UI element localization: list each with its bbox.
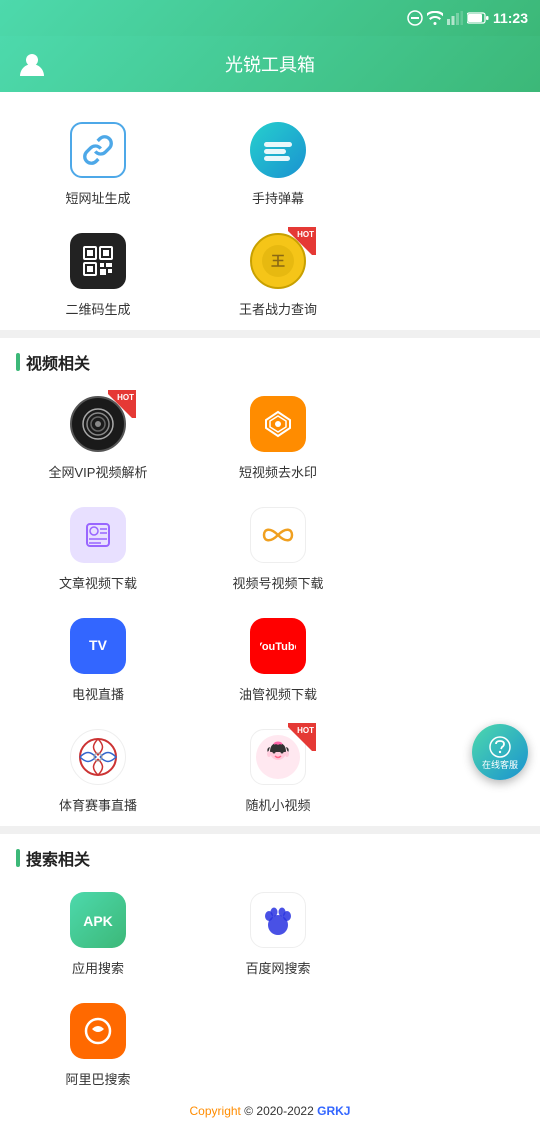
footer-copyright: Copyright: [190, 1104, 241, 1118]
qrcode-label: 二维码生成: [65, 299, 130, 318]
article-video-icon-wrap: [68, 505, 128, 565]
top-tools-grid: 短网址生成 手持弹幕: [0, 108, 540, 330]
baidu-search-icon-wrap: [248, 890, 308, 950]
page-title: 光锐工具箱: [225, 51, 315, 77]
status-bar: 11:23: [0, 0, 540, 36]
taobao-search-icon-wrap: [68, 1001, 128, 1061]
search-section-title: 搜索相关: [26, 846, 90, 870]
video-section-header: 视频相关: [0, 338, 540, 382]
header: 光锐工具箱: [0, 36, 540, 92]
section-bar-video: [16, 353, 20, 371]
wangzhe-label: 王者战力查询: [239, 299, 317, 318]
watermark-label: 短视频去水印: [239, 462, 317, 481]
footer-brand: GRKJ: [317, 1104, 350, 1118]
tv-live-label: 电视直播: [72, 684, 124, 703]
tool-video-num[interactable]: 视频号视频下载: [188, 493, 368, 604]
article-video-label: 文章视频下载: [59, 573, 137, 592]
taobao-icon: [70, 1003, 126, 1059]
link-icon: [70, 122, 126, 178]
random-video-label: 随机小视频: [245, 795, 310, 814]
qrcode-icon-wrap: [68, 231, 128, 291]
youtube-icon: YouTube: [250, 618, 306, 674]
footer: Copyright © 2020-2022 GRKJ: [0, 1100, 540, 1130]
hot-badge-random: HOT: [288, 723, 316, 751]
danmu-icon-wrap: [248, 120, 308, 180]
svg-text:APK: APK: [83, 913, 113, 929]
svg-text:TV: TV: [89, 637, 108, 653]
baidu-icon: [250, 892, 306, 948]
apk-label: 应用搜索: [72, 958, 124, 977]
tool-baidu-search[interactable]: 百度网搜索: [188, 878, 368, 989]
wangzhe-icon-wrap: HOT 王: [248, 231, 308, 291]
tool-apk-search[interactable]: APK 应用搜索: [8, 878, 188, 989]
danmu-label: 手持弹幕: [252, 188, 304, 207]
tool-vip-video[interactable]: HOT 全网VIP视频解析: [8, 382, 188, 493]
status-time: 11:23: [493, 10, 528, 26]
tool-article-video[interactable]: 文章视频下载: [8, 493, 188, 604]
short-url-label: 短网址生成: [65, 188, 130, 207]
tool-short-url[interactable]: 短网址生成: [8, 108, 188, 219]
footer-year: © 2020-2022: [244, 1104, 317, 1118]
tool-watermark[interactable]: 短视频去水印: [188, 382, 368, 493]
watermark-icon-wrap: [248, 394, 308, 454]
watermark-icon: [250, 396, 306, 452]
svg-text:YouTube: YouTube: [260, 641, 296, 653]
tool-youtube[interactable]: YouTube 油管视频下载: [188, 604, 368, 715]
signal-icon: [447, 11, 463, 25]
battery-icon: [467, 12, 489, 24]
videonum-icon: [250, 507, 306, 563]
article-icon: [70, 507, 126, 563]
danmu-icon: [250, 122, 306, 178]
tv-icon: TV: [70, 618, 126, 674]
tool-qrcode[interactable]: 二维码生成: [8, 219, 188, 330]
qr-icon: [70, 233, 126, 289]
tool-taobao-search[interactable]: 阿里巴搜索: [8, 989, 188, 1100]
youtube-label: 油管视频下载: [239, 684, 317, 703]
dnd-icon: [407, 10, 423, 26]
video-num-label: 视频号视频下载: [232, 573, 323, 592]
vip-video-icon-wrap: HOT: [68, 394, 128, 454]
sports-icon: [70, 729, 126, 785]
float-service-button[interactable]: 在线客服: [472, 724, 528, 780]
apk-icon: APK: [70, 892, 126, 948]
baidu-label: 百度网搜索: [245, 958, 310, 977]
section-bar-search: [16, 849, 20, 867]
short-url-icon-wrap: [68, 120, 128, 180]
video-section-title: 视频相关: [26, 350, 90, 374]
search-section-header: 搜索相关: [0, 834, 540, 878]
video-num-icon-wrap: [248, 505, 308, 565]
tool-random-video[interactable]: HOT: [188, 715, 368, 826]
status-icons: 11:23: [407, 10, 528, 26]
divider-2: [0, 826, 540, 834]
sports-label: 体育赛事直播: [59, 795, 137, 814]
youtube-icon-wrap: YouTube: [248, 616, 308, 676]
svg-text:王: 王: [271, 253, 285, 269]
hot-badge-vip: HOT: [108, 390, 136, 418]
search-tools-grid: APK 应用搜索 百度网搜索: [0, 878, 540, 1100]
divider-1: [0, 330, 540, 338]
wangzhe-icon: HOT 王: [250, 233, 306, 289]
tool-danmu[interactable]: 手持弹幕: [188, 108, 368, 219]
apk-search-icon-wrap: APK: [68, 890, 128, 950]
tool-wangzhe[interactable]: HOT 王 王者战力查询: [188, 219, 368, 330]
avatar[interactable]: [16, 48, 48, 80]
tool-sports[interactable]: 体育赛事直播: [8, 715, 188, 826]
float-service-label: 在线客服: [482, 761, 518, 770]
vip-video-label: 全网VIP视频解析: [49, 462, 148, 481]
hot-badge-wangzhe: HOT: [288, 233, 306, 255]
video-tools-grid: HOT 全网VIP视频解析: [0, 382, 540, 826]
tool-tv-live[interactable]: TV 电视直播: [8, 604, 188, 715]
main-content: 短网址生成 手持弹幕: [0, 92, 540, 1146]
sports-icon-wrap: [68, 727, 128, 787]
random-video-icon-wrap: HOT: [248, 727, 308, 787]
wifi-icon: [427, 11, 443, 25]
taobao-label: 阿里巴搜索: [65, 1069, 130, 1088]
tv-live-icon-wrap: TV: [68, 616, 128, 676]
